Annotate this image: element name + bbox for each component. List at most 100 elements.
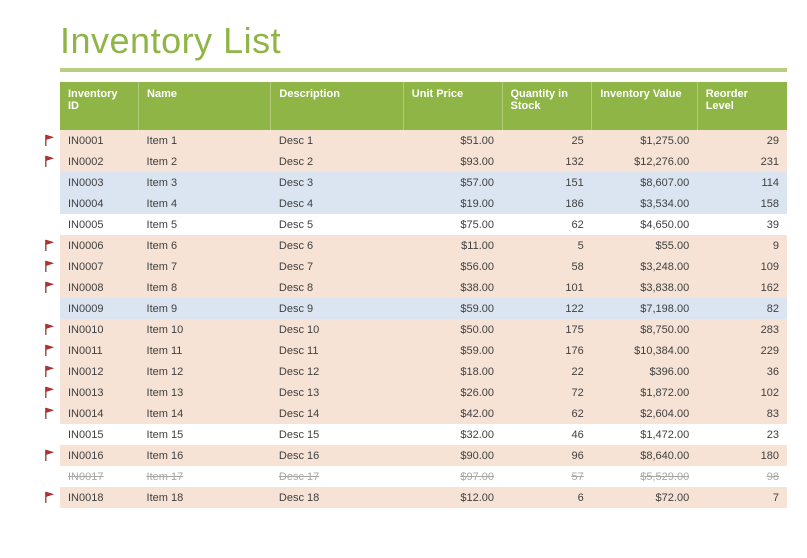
- cell-reorder[interactable]: 114: [697, 172, 787, 193]
- cell-id[interactable]: IN0009: [60, 298, 139, 319]
- cell-desc[interactable]: Desc 13: [271, 382, 403, 403]
- cell-price[interactable]: $26.00: [403, 382, 502, 403]
- cell-name[interactable]: Item 5: [139, 214, 271, 235]
- cell-qty[interactable]: 176: [502, 340, 592, 361]
- cell-qty[interactable]: 72: [502, 382, 592, 403]
- cell-id[interactable]: IN0004: [60, 193, 139, 214]
- cell-value[interactable]: $396.00: [592, 361, 697, 382]
- table-row[interactable]: IN0013Item 13Desc 13$26.0072$1,872.00102: [60, 382, 787, 403]
- cell-qty[interactable]: 6: [502, 487, 592, 508]
- cell-name[interactable]: Item 10: [139, 319, 271, 340]
- table-row[interactable]: IN0017Item 17Desc 17$97.0057$5,529.0098: [60, 466, 787, 487]
- cell-desc[interactable]: Desc 4: [271, 193, 403, 214]
- cell-desc[interactable]: Desc 5: [271, 214, 403, 235]
- cell-reorder[interactable]: 82: [697, 298, 787, 319]
- col-header-name[interactable]: Name: [139, 82, 271, 130]
- cell-qty[interactable]: 96: [502, 445, 592, 466]
- cell-id[interactable]: IN0018: [60, 487, 139, 508]
- cell-desc[interactable]: Desc 6: [271, 235, 403, 256]
- cell-reorder[interactable]: 102: [697, 382, 787, 403]
- table-row[interactable]: IN0002Item 2Desc 2$93.00132$12,276.00231: [60, 151, 787, 172]
- cell-reorder[interactable]: 283: [697, 319, 787, 340]
- cell-value[interactable]: $8,750.00: [592, 319, 697, 340]
- cell-desc[interactable]: Desc 17: [271, 466, 403, 487]
- cell-qty[interactable]: 5: [502, 235, 592, 256]
- table-row[interactable]: IN0015Item 15Desc 15$32.0046$1,472.0023: [60, 424, 787, 445]
- cell-desc[interactable]: Desc 9: [271, 298, 403, 319]
- cell-desc[interactable]: Desc 10: [271, 319, 403, 340]
- cell-qty[interactable]: 62: [502, 214, 592, 235]
- col-header-value[interactable]: Inventory Value: [592, 82, 697, 130]
- cell-desc[interactable]: Desc 14: [271, 403, 403, 424]
- table-row[interactable]: IN0016Item 16Desc 16$90.0096$8,640.00180: [60, 445, 787, 466]
- cell-value[interactable]: $3,248.00: [592, 256, 697, 277]
- table-row[interactable]: IN0018Item 18Desc 18$12.006$72.007: [60, 487, 787, 508]
- cell-desc[interactable]: Desc 18: [271, 487, 403, 508]
- cell-price[interactable]: $19.00: [403, 193, 502, 214]
- table-row[interactable]: IN0005Item 5Desc 5$75.0062$4,650.0039: [60, 214, 787, 235]
- cell-price[interactable]: $50.00: [403, 319, 502, 340]
- cell-price[interactable]: $93.00: [403, 151, 502, 172]
- cell-value[interactable]: $5,529.00: [592, 466, 697, 487]
- cell-id[interactable]: IN0013: [60, 382, 139, 403]
- cell-price[interactable]: $59.00: [403, 298, 502, 319]
- cell-price[interactable]: $12.00: [403, 487, 502, 508]
- col-header-price[interactable]: Unit Price: [403, 82, 502, 130]
- cell-qty[interactable]: 175: [502, 319, 592, 340]
- cell-value[interactable]: $3,838.00: [592, 277, 697, 298]
- cell-value[interactable]: $55.00: [592, 235, 697, 256]
- cell-price[interactable]: $18.00: [403, 361, 502, 382]
- cell-qty[interactable]: 132: [502, 151, 592, 172]
- table-row[interactable]: IN0001Item 1Desc 1$51.0025$1,275.0029: [60, 130, 787, 151]
- cell-name[interactable]: Item 13: [139, 382, 271, 403]
- cell-price[interactable]: $32.00: [403, 424, 502, 445]
- cell-name[interactable]: Item 11: [139, 340, 271, 361]
- cell-id[interactable]: IN0005: [60, 214, 139, 235]
- cell-qty[interactable]: 25: [502, 130, 592, 151]
- cell-value[interactable]: $4,650.00: [592, 214, 697, 235]
- cell-desc[interactable]: Desc 15: [271, 424, 403, 445]
- table-row[interactable]: IN0008Item 8Desc 8$38.00101$3,838.00162: [60, 277, 787, 298]
- cell-desc[interactable]: Desc 16: [271, 445, 403, 466]
- cell-name[interactable]: Item 17: [139, 466, 271, 487]
- cell-qty[interactable]: 62: [502, 403, 592, 424]
- cell-name[interactable]: Item 4: [139, 193, 271, 214]
- cell-price[interactable]: $56.00: [403, 256, 502, 277]
- cell-price[interactable]: $57.00: [403, 172, 502, 193]
- cell-name[interactable]: Item 1: [139, 130, 271, 151]
- table-row[interactable]: IN0006Item 6Desc 6$11.005$55.009: [60, 235, 787, 256]
- cell-value[interactable]: $12,276.00: [592, 151, 697, 172]
- table-row[interactable]: IN0004Item 4Desc 4$19.00186$3,534.00158: [60, 193, 787, 214]
- cell-id[interactable]: IN0006: [60, 235, 139, 256]
- cell-value[interactable]: $1,275.00: [592, 130, 697, 151]
- table-row[interactable]: IN0003Item 3Desc 3$57.00151$8,607.00114: [60, 172, 787, 193]
- cell-reorder[interactable]: 109: [697, 256, 787, 277]
- cell-price[interactable]: $59.00: [403, 340, 502, 361]
- cell-reorder[interactable]: 231: [697, 151, 787, 172]
- table-row[interactable]: IN0012Item 12Desc 12$18.0022$396.0036: [60, 361, 787, 382]
- cell-value[interactable]: $8,640.00: [592, 445, 697, 466]
- col-header-qty[interactable]: Quantity in Stock: [502, 82, 592, 130]
- cell-name[interactable]: Item 7: [139, 256, 271, 277]
- table-row[interactable]: IN0007Item 7Desc 7$56.0058$3,248.00109: [60, 256, 787, 277]
- col-header-reorder[interactable]: Reorder Level: [697, 82, 787, 130]
- cell-price[interactable]: $97.00: [403, 466, 502, 487]
- cell-reorder[interactable]: 39: [697, 214, 787, 235]
- cell-qty[interactable]: 22: [502, 361, 592, 382]
- cell-desc[interactable]: Desc 11: [271, 340, 403, 361]
- cell-qty[interactable]: 58: [502, 256, 592, 277]
- table-row[interactable]: IN0014Item 14Desc 14$42.0062$2,604.0083: [60, 403, 787, 424]
- cell-desc[interactable]: Desc 1: [271, 130, 403, 151]
- cell-reorder[interactable]: 23: [697, 424, 787, 445]
- col-header-id[interactable]: Inventory ID: [60, 82, 139, 130]
- cell-reorder[interactable]: 7: [697, 487, 787, 508]
- cell-price[interactable]: $11.00: [403, 235, 502, 256]
- cell-qty[interactable]: 186: [502, 193, 592, 214]
- cell-id[interactable]: IN0003: [60, 172, 139, 193]
- cell-desc[interactable]: Desc 8: [271, 277, 403, 298]
- cell-name[interactable]: Item 8: [139, 277, 271, 298]
- cell-value[interactable]: $72.00: [592, 487, 697, 508]
- cell-value[interactable]: $2,604.00: [592, 403, 697, 424]
- cell-qty[interactable]: 151: [502, 172, 592, 193]
- cell-id[interactable]: IN0002: [60, 151, 139, 172]
